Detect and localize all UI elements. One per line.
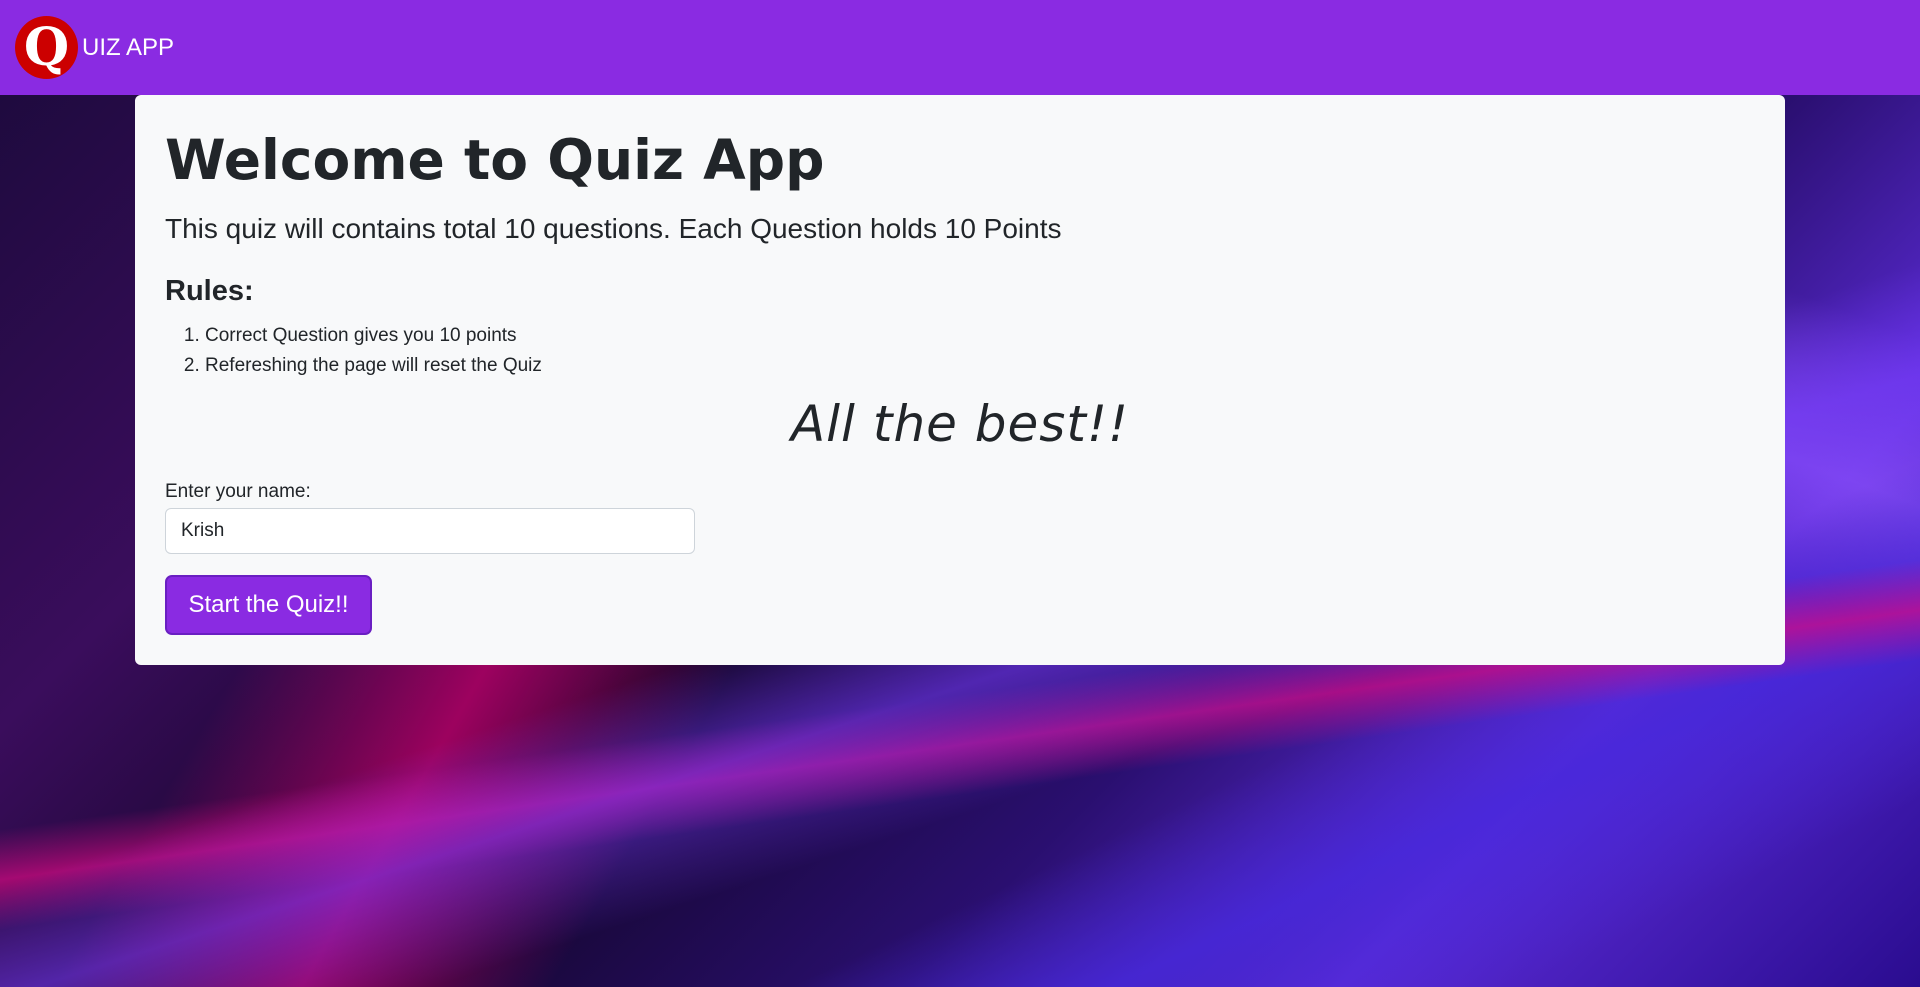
rule-item: Correct Question gives you 10 points [205,321,542,351]
start-quiz-button[interactable]: Start the Quiz!! [165,575,372,635]
welcome-card: Welcome to Quiz App This quiz will conta… [135,95,1785,665]
name-input[interactable] [165,508,695,554]
navbar: Q UIZ APP [0,0,1920,95]
name-label: Enter your name: [165,481,311,502]
brand-text[interactable]: UIZ APP [82,34,174,62]
page-title: Welcome to Quiz App [165,128,825,192]
rules-list: Correct Question gives you 10 points Ref… [165,321,542,381]
rules-heading: Rules: [165,275,254,307]
quiz-logo-icon[interactable]: Q [15,16,78,79]
quiz-description: This quiz will contains total 10 questio… [165,213,1062,244]
best-wishes-text: All the best!! [790,395,1130,453]
logo-letter: Q [23,16,70,78]
rule-item: Refereshing the page will reset the Quiz [205,351,542,381]
